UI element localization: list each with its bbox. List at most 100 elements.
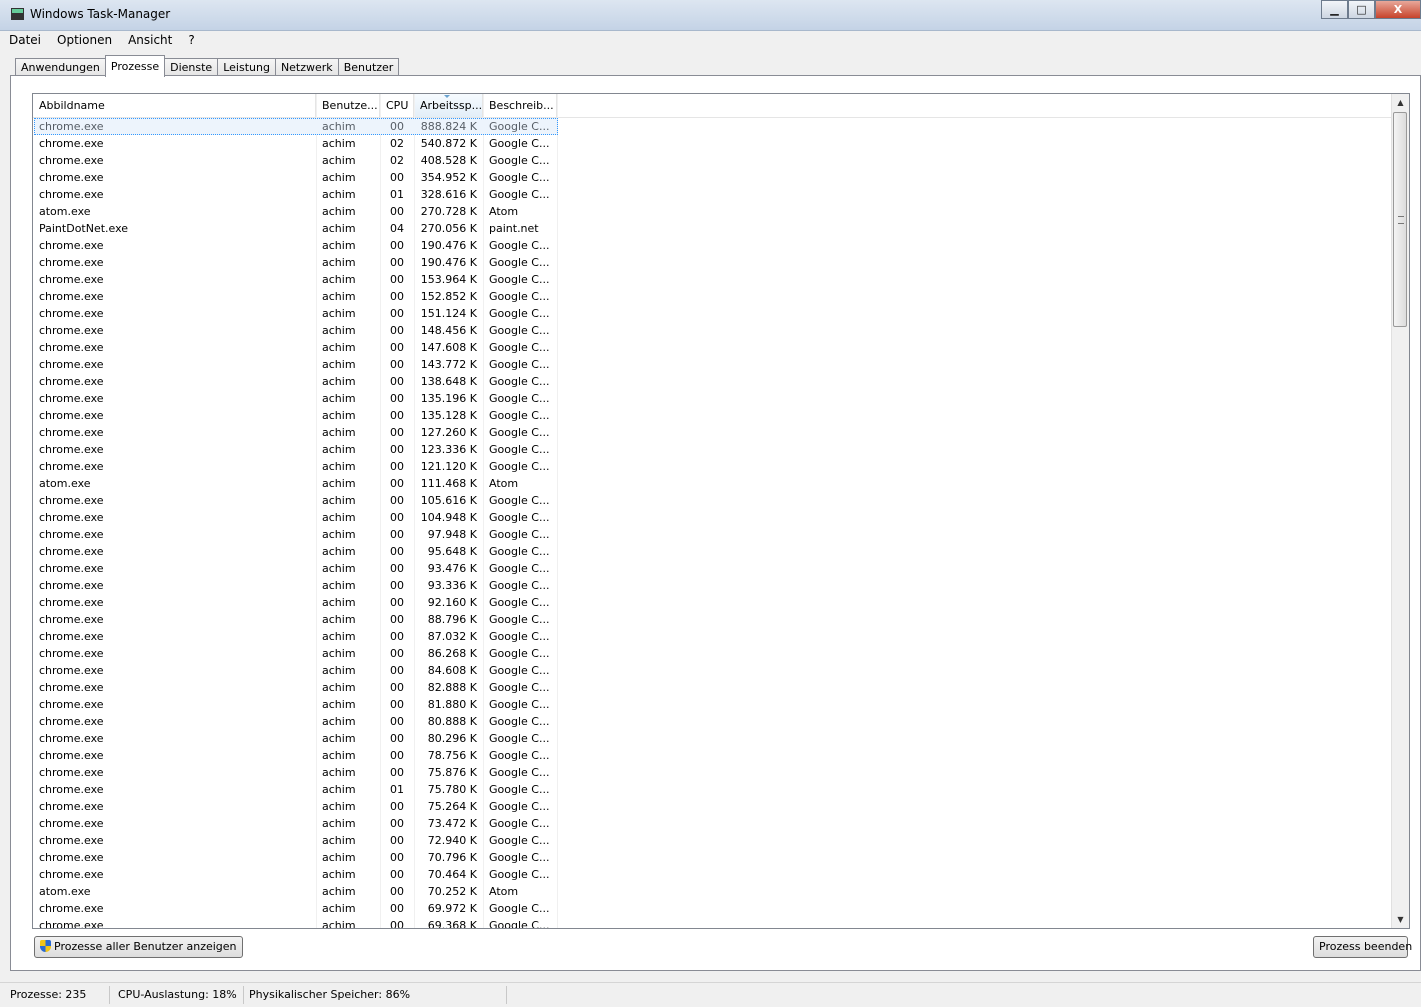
table-row[interactable]: chrome.exe achim 00 127.260 K Google C... <box>33 424 1393 441</box>
table-row[interactable]: chrome.exe achim 00 69.368 K Google C... <box>33 917 1393 928</box>
table-row[interactable]: chrome.exe achim 00 121.120 K Google C... <box>33 458 1393 475</box>
table-row[interactable]: chrome.exe achim 00 80.888 K Google C... <box>33 713 1393 730</box>
table-row[interactable]: chrome.exe achim 00 135.196 K Google C... <box>33 390 1393 407</box>
scrollbar-thumb[interactable] <box>1393 112 1407 327</box>
table-row[interactable]: atom.exe achim 00 270.728 K Atom <box>33 203 1393 220</box>
table-row[interactable]: chrome.exe achim 00 78.756 K Google C... <box>33 747 1393 764</box>
minimize-button[interactable]: ▁ <box>1321 0 1348 19</box>
cell-image-name: PaintDotNet.exe <box>39 222 129 235</box>
table-row[interactable]: chrome.exe achim 00 143.772 K Google C... <box>33 356 1393 373</box>
cell-memory: 93.336 K <box>427 579 477 592</box>
column-header-description[interactable]: Beschreib... <box>483 94 557 117</box>
cell-description: Google C... <box>489 834 550 847</box>
cell-description: Google C... <box>489 817 550 830</box>
column-header-cpu[interactable]: CPU <box>380 94 414 117</box>
close-button[interactable]: X <box>1375 0 1421 19</box>
vertical-scrollbar[interactable]: ▲ ▼ <box>1391 94 1409 928</box>
table-row[interactable]: chrome.exe achim 00 87.032 K Google C... <box>33 628 1393 645</box>
cell-cpu: 00 <box>390 358 404 371</box>
table-row[interactable]: chrome.exe achim 00 75.876 K Google C... <box>33 764 1393 781</box>
table-row[interactable]: chrome.exe achim 00 153.964 K Google C... <box>33 271 1393 288</box>
table-row[interactable]: chrome.exe achim 00 190.476 K Google C... <box>33 254 1393 271</box>
cell-memory: 87.032 K <box>427 630 477 643</box>
column-header-memory[interactable]: Arbeitssp... <box>414 94 483 117</box>
table-row[interactable]: chrome.exe achim 00 69.972 K Google C... <box>33 900 1393 917</box>
cell-cpu: 00 <box>390 239 404 252</box>
cell-image-name: chrome.exe <box>39 307 104 320</box>
table-row[interactable]: chrome.exe achim 00 152.852 K Google C... <box>33 288 1393 305</box>
cell-image-name: chrome.exe <box>39 426 104 439</box>
table-row[interactable]: chrome.exe achim 00 104.948 K Google C... <box>33 509 1393 526</box>
tab-prozesse[interactable]: Prozesse <box>104 55 166 77</box>
menu-datei[interactable]: Datei <box>2 31 48 49</box>
table-row[interactable]: chrome.exe achim 00 97.948 K Google C... <box>33 526 1393 543</box>
cell-image-name: chrome.exe <box>39 732 104 745</box>
process-list[interactable]: Abbildname Benutze... CPU Arbeitssp... B… <box>32 93 1410 929</box>
table-row[interactable]: chrome.exe achim 00 148.456 K Google C... <box>33 322 1393 339</box>
table-row[interactable]: chrome.exe achim 00 82.888 K Google C... <box>33 679 1393 696</box>
scroll-down-arrow-icon[interactable]: ▼ <box>1392 911 1409 928</box>
cell-image-name: chrome.exe <box>39 647 104 660</box>
cell-memory: 97.948 K <box>427 528 477 541</box>
table-row[interactable]: chrome.exe achim 00 135.128 K Google C... <box>33 407 1393 424</box>
table-row[interactable]: chrome.exe achim 00 92.160 K Google C... <box>33 594 1393 611</box>
cell-user: achim <box>322 732 356 745</box>
cell-cpu: 00 <box>390 562 404 575</box>
table-row[interactable]: chrome.exe achim 00 84.608 K Google C... <box>33 662 1393 679</box>
table-row[interactable]: chrome.exe achim 00 72.940 K Google C... <box>33 832 1393 849</box>
cell-memory: 190.476 K <box>420 239 477 252</box>
cell-cpu: 00 <box>390 851 404 864</box>
table-row[interactable]: chrome.exe achim 00 354.952 K Google C... <box>33 169 1393 186</box>
table-row[interactable]: chrome.exe achim 00 123.336 K Google C... <box>33 441 1393 458</box>
menu-optionen[interactable]: Optionen <box>50 31 119 49</box>
cell-image-name: chrome.exe <box>39 511 104 524</box>
cell-image-name: chrome.exe <box>39 749 104 762</box>
table-row[interactable]: chrome.exe achim 01 328.616 K Google C... <box>33 186 1393 203</box>
cell-description: Google C... <box>489 375 550 388</box>
table-row[interactable]: chrome.exe achim 00 93.476 K Google C... <box>33 560 1393 577</box>
table-row[interactable]: chrome.exe achim 00 86.268 K Google C... <box>33 645 1393 662</box>
cell-cpu: 00 <box>390 171 404 184</box>
table-row[interactable]: atom.exe achim 00 111.468 K Atom <box>33 475 1393 492</box>
cell-image-name: chrome.exe <box>39 375 104 388</box>
cell-memory: 75.264 K <box>427 800 477 813</box>
cell-memory: 138.648 K <box>420 375 477 388</box>
cell-cpu: 00 <box>390 698 404 711</box>
scroll-up-arrow-icon[interactable]: ▲ <box>1392 94 1409 111</box>
table-row[interactable]: chrome.exe achim 00 70.464 K Google C... <box>33 866 1393 883</box>
table-row[interactable]: chrome.exe achim 00 81.880 K Google C... <box>33 696 1393 713</box>
table-row[interactable]: chrome.exe achim 00 151.124 K Google C... <box>33 305 1393 322</box>
table-row[interactable]: chrome.exe achim 02 408.528 K Google C... <box>33 152 1393 169</box>
cell-user: achim <box>322 290 356 303</box>
column-header-user[interactable]: Benutze... <box>316 94 380 117</box>
table-row[interactable]: chrome.exe achim 00 105.616 K Google C... <box>33 492 1393 509</box>
table-row[interactable]: chrome.exe achim 00 95.648 K Google C... <box>33 543 1393 560</box>
table-row[interactable]: chrome.exe achim 00 888.824 K Google C... <box>33 118 1393 135</box>
cell-cpu: 00 <box>390 834 404 847</box>
table-row[interactable]: chrome.exe achim 00 93.336 K Google C... <box>33 577 1393 594</box>
table-row[interactable]: chrome.exe achim 00 70.796 K Google C... <box>33 849 1393 866</box>
table-row[interactable]: chrome.exe achim 00 138.648 K Google C... <box>33 373 1393 390</box>
table-row[interactable]: chrome.exe achim 02 540.872 K Google C... <box>33 135 1393 152</box>
cell-image-name: chrome.exe <box>39 494 104 507</box>
cell-image-name: chrome.exe <box>39 766 104 779</box>
menu-ansicht[interactable]: Ansicht <box>121 31 179 49</box>
table-row[interactable]: chrome.exe achim 00 88.796 K Google C... <box>33 611 1393 628</box>
table-row[interactable]: chrome.exe achim 01 75.780 K Google C... <box>33 781 1393 798</box>
table-row[interactable]: chrome.exe achim 00 147.608 K Google C... <box>33 339 1393 356</box>
table-row[interactable]: chrome.exe achim 00 80.296 K Google C... <box>33 730 1393 747</box>
column-header-image-name[interactable]: Abbildname <box>33 94 316 117</box>
table-row[interactable]: PaintDotNet.exe achim 04 270.056 K paint.net <box>33 220 1393 237</box>
table-row[interactable]: chrome.exe achim 00 75.264 K Google C... <box>33 798 1393 815</box>
show-all-users-button[interactable]: Prozesse aller Benutzer anzeigen <box>34 936 243 958</box>
cell-description: Google C... <box>489 494 550 507</box>
maximize-button[interactable]: □ <box>1348 0 1375 19</box>
end-process-button[interactable]: Prozess beenden <box>1313 936 1412 958</box>
column-header-memory-label: Arbeitssp... <box>420 99 483 112</box>
cell-memory: 73.472 K <box>427 817 477 830</box>
table-row[interactable]: atom.exe achim 00 70.252 K Atom <box>33 883 1393 900</box>
cell-memory: 147.608 K <box>420 341 477 354</box>
table-row[interactable]: chrome.exe achim 00 190.476 K Google C... <box>33 237 1393 254</box>
table-row[interactable]: chrome.exe achim 00 73.472 K Google C... <box>33 815 1393 832</box>
menu-help[interactable]: ? <box>181 31 201 49</box>
